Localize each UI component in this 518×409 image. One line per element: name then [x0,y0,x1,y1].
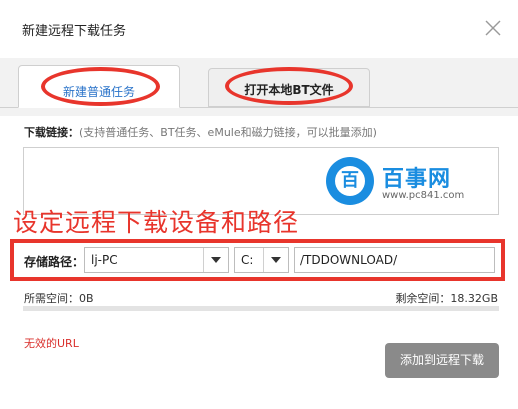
tab-open-local-bt[interactable]: 打开本地BT文件 [208,68,370,107]
download-link-title: 下载链接： [24,126,79,139]
baishi-logo-icon: 百 [326,157,374,205]
drive-select[interactable]: C: [234,247,289,273]
drive-select-value: C: [241,253,254,267]
error-message: 无效的URL [24,337,79,350]
watermark-brand: 百事网 [382,167,452,192]
device-select-value: lj-PC [91,253,118,267]
storage-path-label: 存储路径： [24,255,85,269]
tab-new-normal-task[interactable]: 新建普通任务 [18,65,180,108]
space-usage-bar [23,306,499,311]
close-button[interactable] [484,19,502,37]
add-to-remote-download-button[interactable]: 添加到远程下载 [385,343,499,378]
remote-download-dialog: 新建远程下载任务 新建普通任务 打开本地BT文件 下载链接：(支持普通任务、BT… [0,0,518,409]
download-link-hint: (支持普通任务、BT任务、eMule和磁力链接，可以批量添加) [79,126,377,139]
watermark-glyph: 百 [335,166,365,196]
tab-label: 新建普通任务 [62,85,135,99]
folder-path-value: /TDDOWNLOAD/ [300,253,398,267]
device-dropdown-button[interactable] [203,248,228,272]
space-remaining: 剩余空间：18.32GB [395,292,498,305]
download-link-label: 下载链接：(支持普通任务、BT任务、eMule和磁力链接，可以批量添加) [24,124,377,140]
dialog-title: 新建远程下载任务 [22,24,127,39]
close-icon [485,20,501,36]
space-required: 所需空间：0B [24,292,94,305]
chevron-down-icon [271,257,281,263]
watermark-url: www.pc841.com [382,190,465,201]
tab-label: 打开本地BT文件 [244,83,334,97]
folder-path-input[interactable]: /TDDOWNLOAD/ [294,247,495,273]
drive-dropdown-button[interactable] [263,248,288,272]
watermark: 百 百事网 www.pc841.com [326,157,486,207]
device-select[interactable]: lj-PC [84,247,229,273]
chevron-down-icon [211,257,221,263]
annotation-text: 设定远程下载设备和路径 [13,208,300,237]
